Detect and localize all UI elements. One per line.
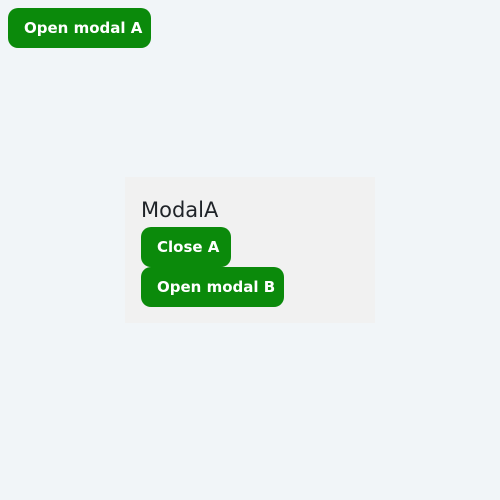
open-modal-a-button[interactable]: Open modal A	[8, 8, 151, 48]
close-modal-a-button[interactable]: Close A	[141, 227, 231, 267]
modal-a: ModalA Close A Open modal B	[125, 177, 375, 323]
open-modal-b-button[interactable]: Open modal B	[141, 267, 284, 307]
modal-title: ModalA	[141, 198, 219, 222]
